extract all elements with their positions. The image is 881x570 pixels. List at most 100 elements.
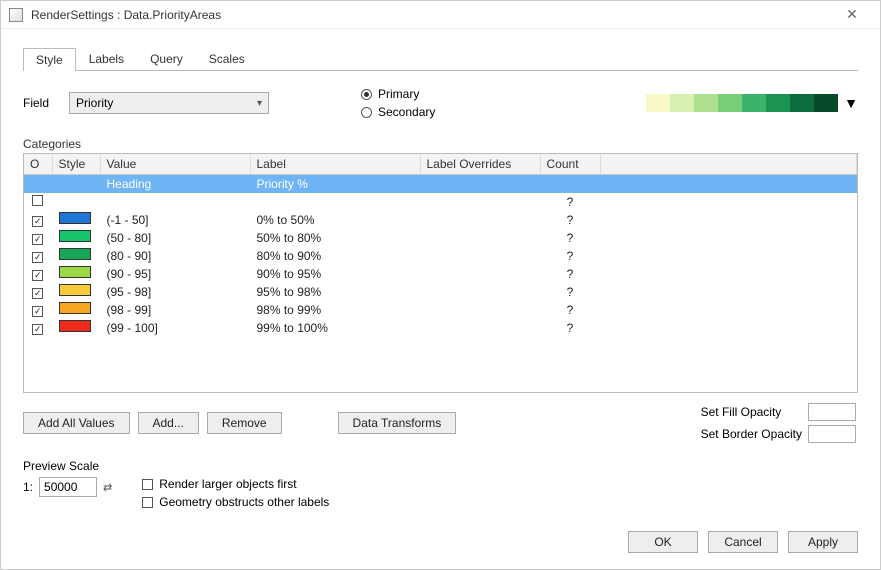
row-value bbox=[100, 193, 250, 211]
categories-label: Categories bbox=[23, 137, 858, 151]
row-value: (80 - 90] bbox=[100, 247, 250, 265]
ramp-swatch bbox=[646, 94, 670, 112]
row-checkbox[interactable]: ✓ bbox=[32, 216, 43, 227]
row-value: (95 - 98] bbox=[100, 283, 250, 301]
table-row[interactable]: ✓ (90 - 95]90% to 95%? bbox=[24, 265, 857, 283]
style-swatch[interactable] bbox=[59, 320, 91, 332]
add-all-button[interactable]: Add All Values bbox=[23, 412, 130, 434]
row-checkbox[interactable]: ✓ bbox=[32, 324, 43, 335]
table-row[interactable]: ✓(80 - 90]80% to 90%? bbox=[24, 247, 857, 265]
tab-query[interactable]: Query bbox=[137, 47, 196, 70]
field-label: Field bbox=[23, 96, 57, 110]
table-row[interactable]: ✓(98 - 99]98% to 99%? bbox=[24, 301, 857, 319]
radio-group: Primary Secondary bbox=[361, 85, 435, 121]
swap-icon[interactable]: ⇄ bbox=[103, 481, 112, 494]
heading-row[interactable]: HeadingPriority % bbox=[24, 175, 857, 193]
row-checkbox[interactable] bbox=[32, 195, 43, 206]
ramp-swatch bbox=[814, 94, 838, 112]
categories-grid: O Style Value Label Label Overrides Coun… bbox=[23, 153, 858, 393]
remove-button[interactable]: Remove bbox=[207, 412, 282, 434]
preview-prefix: 1: bbox=[23, 480, 33, 494]
style-swatch[interactable] bbox=[59, 230, 91, 242]
check-larger[interactable]: Render larger objects first bbox=[142, 477, 329, 491]
style-swatch[interactable] bbox=[59, 248, 91, 260]
ramp-swatch bbox=[742, 94, 766, 112]
col-value[interactable]: Value bbox=[100, 154, 250, 175]
ramp-swatch bbox=[766, 94, 790, 112]
radio-dot-icon bbox=[361, 107, 372, 118]
row-count: ? bbox=[540, 193, 600, 211]
checkbox-icon bbox=[142, 497, 153, 508]
check-obstruct[interactable]: Geometry obstructs other labels bbox=[142, 495, 329, 509]
row-label bbox=[250, 193, 420, 211]
table-row[interactable]: ✓(50 - 80]50% to 80%? bbox=[24, 229, 857, 247]
cancel-button[interactable]: Cancel bbox=[708, 531, 778, 553]
grid-header-row: O Style Value Label Label Overrides Coun… bbox=[24, 154, 857, 175]
row-count: ? bbox=[540, 247, 600, 265]
style-swatch[interactable] bbox=[59, 284, 91, 296]
border-opacity-input[interactable] bbox=[808, 425, 856, 443]
border-opacity-label: Set Border Opacity bbox=[701, 427, 802, 441]
radio-primary[interactable]: Primary bbox=[361, 85, 435, 103]
row-overrides bbox=[420, 193, 540, 211]
row-overrides bbox=[420, 283, 540, 301]
row-label: 0% to 50% bbox=[250, 211, 420, 229]
apply-button[interactable]: Apply bbox=[788, 531, 858, 553]
transforms-button[interactable]: Data Transforms bbox=[338, 412, 457, 434]
radio-dot-icon bbox=[361, 89, 372, 100]
row-count: ? bbox=[540, 265, 600, 283]
row-label: 90% to 95% bbox=[250, 265, 420, 283]
chevron-down-icon: ▾ bbox=[257, 98, 262, 109]
row-overrides bbox=[420, 211, 540, 229]
field-value: Priority bbox=[76, 96, 113, 110]
field-select[interactable]: Priority ▾ bbox=[69, 92, 269, 114]
heading-label: Priority % bbox=[250, 175, 420, 193]
ramp-swatch bbox=[694, 94, 718, 112]
preview-label: Preview Scale bbox=[23, 459, 112, 473]
close-icon[interactable]: ✕ bbox=[832, 6, 872, 23]
col-count[interactable]: Count bbox=[540, 154, 600, 175]
color-ramp[interactable]: ▼ bbox=[646, 94, 858, 112]
tab-style[interactable]: Style bbox=[23, 48, 76, 71]
radio-secondary[interactable]: Secondary bbox=[361, 103, 435, 121]
content-area: StyleLabelsQueryScales Field Priority ▾ … bbox=[1, 29, 880, 569]
ramp-swatch bbox=[790, 94, 814, 112]
style-swatch[interactable] bbox=[59, 302, 91, 314]
col-o[interactable]: O bbox=[24, 154, 52, 175]
row-value: (98 - 99] bbox=[100, 301, 250, 319]
style-swatch[interactable] bbox=[59, 212, 91, 224]
table-row[interactable]: ✓(-1 - 50]0% to 50%? bbox=[24, 211, 857, 229]
tab-scales[interactable]: Scales bbox=[196, 47, 258, 70]
row-checkbox[interactable]: ✓ bbox=[32, 306, 43, 317]
ok-button[interactable]: OK bbox=[628, 531, 698, 553]
table-row[interactable]: ✓(99 - 100]99% to 100%? bbox=[24, 319, 857, 337]
row-value: (90 - 95] bbox=[100, 265, 250, 283]
col-style[interactable]: Style bbox=[52, 154, 100, 175]
fill-opacity-input[interactable] bbox=[808, 403, 856, 421]
ramp-swatch bbox=[670, 94, 694, 112]
window-title: RenderSettings : Data.PriorityAreas bbox=[31, 8, 832, 22]
row-checkbox[interactable]: ✓ bbox=[32, 252, 43, 263]
field-row: Field Priority ▾ Primary Secondary ▼ bbox=[23, 85, 858, 121]
table-row[interactable]: ? bbox=[24, 193, 857, 211]
col-over[interactable]: Label Overrides bbox=[420, 154, 540, 175]
ramp-swatch bbox=[718, 94, 742, 112]
button-row: Add All Values Add... Remove Data Transf… bbox=[23, 403, 858, 443]
col-label[interactable]: Label bbox=[250, 154, 420, 175]
add-button[interactable]: Add... bbox=[138, 412, 199, 434]
row-checkbox[interactable]: ✓ bbox=[32, 234, 43, 245]
row-count: ? bbox=[540, 319, 600, 337]
opacity-panel: Set Fill Opacity Set Border Opacity bbox=[701, 403, 858, 443]
row-checkbox[interactable]: ✓ bbox=[32, 288, 43, 299]
check-larger-label: Render larger objects first bbox=[159, 477, 296, 491]
ramp-dropdown-icon[interactable]: ▼ bbox=[844, 95, 858, 111]
row-label: 99% to 100% bbox=[250, 319, 420, 337]
style-swatch[interactable] bbox=[59, 266, 91, 278]
preview-input[interactable] bbox=[39, 477, 97, 497]
fill-opacity-label: Set Fill Opacity bbox=[701, 405, 802, 419]
tab-labels[interactable]: Labels bbox=[76, 47, 137, 70]
row-overrides bbox=[420, 229, 540, 247]
table-row[interactable]: ✓(95 - 98]95% to 98%? bbox=[24, 283, 857, 301]
row-label: 95% to 98% bbox=[250, 283, 420, 301]
row-checkbox[interactable]: ✓ bbox=[32, 270, 43, 281]
